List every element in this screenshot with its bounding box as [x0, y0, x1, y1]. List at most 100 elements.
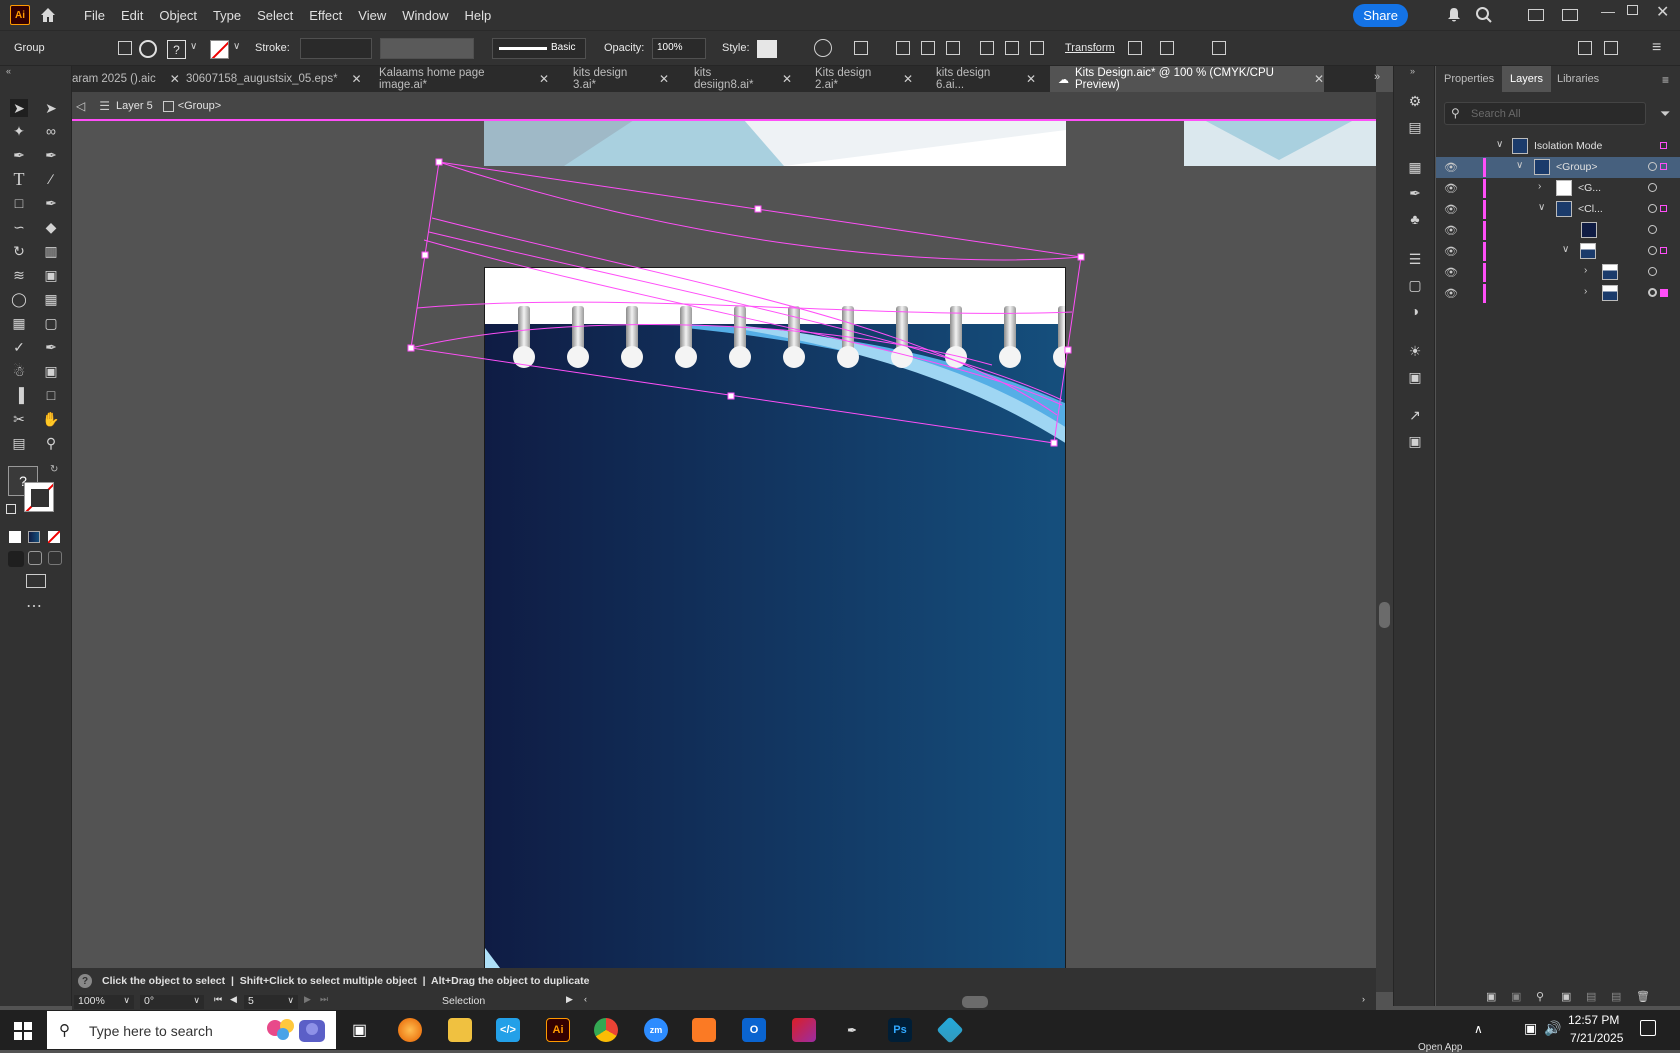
tab-layers[interactable]: Layers — [1502, 66, 1552, 92]
magic-wand-tool-icon[interactable]: ✦ — [10, 122, 28, 140]
back-arrow-icon[interactable]: ◁ — [76, 99, 85, 113]
layer-row[interactable]: ∨ Isolation Mode — [1436, 136, 1680, 157]
breadcrumb-layer[interactable]: Layer 5 — [116, 100, 153, 112]
line-tool-icon[interactable]: ∕ — [42, 170, 60, 188]
menu-view[interactable]: View — [350, 8, 394, 23]
align-to-icon[interactable] — [854, 41, 868, 55]
align-top-icon[interactable] — [980, 41, 994, 55]
menu-edit[interactable]: Edit — [113, 8, 151, 23]
eye-icon[interactable]: 👁 — [1444, 203, 1458, 216]
tab-document[interactable]: Kits design 2.ai* ✕ — [815, 66, 913, 92]
stroke-color-swatch[interactable] — [24, 482, 54, 512]
selection-indicator[interactable] — [1660, 205, 1667, 212]
transform-button[interactable]: Transform — [1065, 42, 1115, 54]
volume-icon[interactable]: 🔊 — [1544, 1020, 1561, 1037]
direct-selection-tool-icon[interactable]: ➤ — [42, 99, 60, 117]
lasso-tool-icon[interactable]: ∞ — [42, 122, 60, 140]
isolate-group-icon[interactable] — [118, 41, 132, 55]
layer-row[interactable]: 👁 › <G... — [1436, 178, 1680, 199]
type-tool-icon[interactable]: T — [10, 169, 28, 189]
gradient-panel-icon[interactable]: ▢ — [1406, 276, 1424, 294]
close-icon[interactable]: ✕ — [903, 72, 913, 86]
rotate-tool-icon[interactable]: ↻ — [10, 242, 28, 260]
search-icon[interactable] — [1475, 6, 1493, 24]
symbols-icon[interactable]: ♣ — [1406, 210, 1424, 228]
variable-width-profile[interactable] — [380, 38, 474, 59]
none-mode-icon[interactable] — [48, 531, 60, 543]
arrange-documents-icon[interactable] — [1528, 9, 1544, 21]
arrange-icon[interactable] — [1578, 41, 1592, 55]
collapse-icon[interactable]: » — [1410, 66, 1415, 76]
draw-normal-icon[interactable] — [8, 551, 24, 567]
vertical-scrollbar[interactable] — [1376, 92, 1393, 992]
menu-file[interactable]: File — [76, 8, 113, 23]
brush-definition-select[interactable]: Basic — [492, 38, 586, 59]
selection-indicator[interactable] — [1660, 247, 1667, 254]
chevron-down-icon[interactable]: ∨ — [190, 41, 197, 52]
previous-artboard-icon[interactable]: ◀ — [230, 994, 237, 1005]
taskbar-date[interactable]: 7/21/2025 — [1570, 1031, 1623, 1045]
selection-indicator[interactable] — [1660, 163, 1667, 170]
network-icon[interactable]: ▣ — [1524, 1020, 1537, 1037]
chevron-down-icon[interactable]: ∨ — [1562, 244, 1569, 255]
tab-document[interactable]: Kalaams home page image.ai* ✕ — [379, 66, 549, 92]
pen-app-icon[interactable]: ✒ — [840, 1018, 864, 1042]
print-tiling-tool-icon[interactable]: ▤ — [10, 434, 28, 452]
slice-tool-icon[interactable]: □ — [42, 386, 60, 404]
warp-icon[interactable] — [1160, 41, 1174, 55]
workspace-icon[interactable] — [1562, 9, 1578, 21]
new-layer-icon[interactable]: ▤ — [1586, 990, 1596, 1003]
draw-inside-icon[interactable] — [48, 551, 62, 565]
align-center-icon[interactable] — [921, 41, 935, 55]
taskbar-time[interactable]: 12:57 PM — [1568, 1013, 1619, 1027]
tab-document[interactable]: kits design 6.ai... ✕ — [936, 66, 1036, 92]
panel-menu-icon[interactable]: ≡ — [1662, 73, 1669, 87]
swatches-icon[interactable]: ▦ — [1406, 158, 1424, 176]
tab-document[interactable]: kits design 3.ai* ✕ — [573, 66, 669, 92]
align-right-icon[interactable] — [946, 41, 960, 55]
scroll-left-icon[interactable]: ‹ — [584, 994, 587, 1004]
zoom-tool-icon[interactable]: ⚲ — [42, 434, 60, 452]
restore-icon[interactable] — [1627, 5, 1638, 15]
chevron-down-icon[interactable]: ∨ — [1496, 139, 1503, 150]
selected-square[interactable] — [1660, 289, 1668, 297]
panel-options-icon[interactable] — [1604, 41, 1618, 55]
gradient-tool-icon[interactable]: ▢ — [42, 314, 60, 332]
menu-type[interactable]: Type — [205, 8, 249, 23]
stroke-weight-field[interactable] — [300, 38, 372, 59]
tab-document[interactable]: 30607158_augustsix_05.eps* ✕ — [186, 66, 362, 92]
chrome-icon[interactable] — [594, 1018, 618, 1042]
windows-start-icon[interactable] — [14, 1022, 32, 1040]
zoom-icon[interactable]: zm — [644, 1018, 668, 1042]
scroll-right-icon[interactable]: › — [1362, 994, 1365, 1004]
eye-icon[interactable]: 👁 — [1444, 266, 1458, 279]
tab-active-document[interactable]: ☁ Kits Design.aic* @ 100 % (CMYK/CPU Pre… — [1050, 66, 1324, 92]
home-icon[interactable] — [38, 5, 58, 25]
close-icon[interactable]: ✕ — [782, 72, 792, 86]
close-icon[interactable]: ✕ — [352, 72, 362, 86]
canvas[interactable] — [72, 120, 1376, 980]
transparency-icon[interactable]: ◑ — [1406, 302, 1424, 320]
trash-icon[interactable]: 🗑 — [1636, 990, 1650, 1003]
pathfinder-icon[interactable]: ▣ — [1406, 432, 1424, 450]
eye-icon[interactable]: 👁 — [1444, 182, 1458, 195]
align-middle-icon[interactable] — [1005, 41, 1019, 55]
rotation-select[interactable]: 0° ∨ — [140, 995, 204, 1009]
vscode-icon[interactable]: </> — [496, 1018, 520, 1042]
duplicate-layer-icon[interactable]: ▤ — [1611, 990, 1621, 1003]
artboard-tool-icon[interactable]: ▣ — [42, 362, 60, 380]
stroke-panel-icon[interactable]: ☰ — [1406, 250, 1424, 268]
new-sublayer-icon[interactable]: ▣ — [1561, 990, 1571, 1003]
scroll-thumb[interactable] — [1379, 602, 1390, 628]
artboards-panel-icon[interactable]: ▣ — [1406, 368, 1424, 386]
close-icon[interactable]: ✕ — [539, 72, 549, 86]
paintbrush-tool-icon[interactable]: ✒ — [42, 194, 60, 212]
selection-tool-icon[interactable]: ➤ — [10, 99, 28, 117]
graphic-style-swatch[interactable] — [757, 40, 777, 58]
transform-icon[interactable] — [1128, 41, 1142, 55]
shape-builder-tool-icon[interactable]: ◯ — [10, 290, 28, 308]
draw-behind-icon[interactable] — [28, 551, 42, 565]
menu-effect[interactable]: Effect — [301, 8, 350, 23]
shaper-tool-icon[interactable]: ∽ — [10, 218, 28, 236]
filter-icon[interactable]: ⏷ — [1660, 106, 1670, 122]
